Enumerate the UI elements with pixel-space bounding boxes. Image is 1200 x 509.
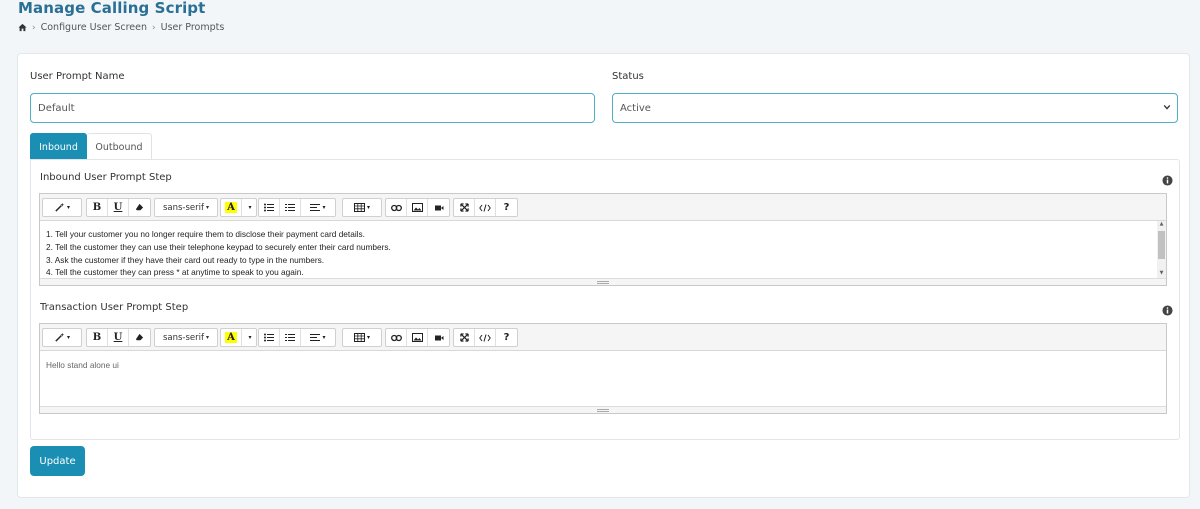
info-icon[interactable] [1162,173,1173,186]
font-family-dropdown[interactable]: sans-serif ▾ [155,329,217,346]
user-prompt-card: User Prompt Name Default Status Active I… [17,53,1190,498]
prompt-line: 2. Tell the customer they can use their … [46,241,391,252]
magic-wand-icon[interactable]: ▾ [43,199,81,216]
update-button[interactable]: Update [30,446,85,476]
inbound-rich-text-editor: ▾ B U sans-serif ▾ A ▾ ▾ ▾ ? 1. Tell you… [39,193,1167,286]
magic-wand-icon[interactable]: ▾ [43,329,81,346]
link-icon[interactable] [386,329,407,346]
inbound-prompt-label: Inbound User Prompt Step [40,172,172,183]
status-label: Status [612,71,644,82]
code-view-icon[interactable] [475,329,496,346]
video-icon[interactable] [428,199,449,216]
breadcrumb-item-user-prompts: User Prompts [160,22,225,33]
table-icon[interactable]: ▾ [343,199,381,216]
prompt-line: 3. Ask the customer if they have their c… [46,254,325,265]
font-family-value: sans-serif [162,332,204,343]
breadcrumb-item-configure-user-screen[interactable]: Configure User Screen [41,22,147,33]
color-dropdown-button[interactable]: ▾ [242,199,256,216]
bold-button[interactable]: B [87,199,108,216]
unordered-list-icon[interactable] [259,199,280,216]
prompt-name-value: Default [38,102,75,114]
font-color-icon[interactable]: A [221,329,242,346]
tab-panel-inbound: Inbound User Prompt Step ▾ B U sans-seri… [30,159,1180,440]
breadcrumb-separator: › [152,22,156,33]
home-icon[interactable] [18,23,27,32]
ordered-list-icon[interactable] [280,329,301,346]
eraser-icon[interactable] [129,329,150,346]
tab-inbound[interactable]: Inbound [30,133,87,160]
info-icon[interactable] [1162,303,1173,316]
help-icon[interactable]: ? [496,329,517,346]
editor-scrollbar[interactable]: ▲ ▼ [1157,221,1166,278]
paragraph-align-icon[interactable]: ▾ [301,199,335,216]
scroll-up-icon[interactable]: ▲ [1157,221,1166,229]
font-color-icon[interactable]: A [221,199,242,216]
scroll-thumb[interactable] [1158,231,1165,259]
editor-toolbar: ▾ B U sans-serif ▾ A ▾ ▾ ▾ ? [40,194,1166,221]
status-value: Active [620,102,651,114]
fullscreen-icon[interactable] [454,199,475,216]
editor-resize-handle[interactable] [40,406,1166,413]
video-icon[interactable] [428,329,449,346]
transaction-text: Hello stand alone ui [46,360,119,370]
bold-button[interactable]: B [87,329,108,346]
prompt-name-label: User Prompt Name [30,71,125,82]
prompt-line: 1. Tell your customer you no longer requ… [46,229,365,239]
unordered-list-icon[interactable] [259,329,280,346]
transaction-prompt-label: Transaction User Prompt Step [40,302,189,313]
picture-icon[interactable] [407,199,428,216]
tab-outbound[interactable]: Outbound [87,133,152,160]
transaction-rich-text-editor: ▾ B U sans-serif ▾ A ▾ ▾ ▾ ? Hello stand… [39,323,1167,414]
font-family-value: sans-serif [162,202,204,213]
ordered-list-icon[interactable] [280,199,301,216]
link-icon[interactable] [386,199,407,216]
chevron-down-icon [1163,103,1171,111]
inbound-editor-content[interactable]: 1. Tell your customer you no longer requ… [40,221,1166,286]
help-icon[interactable]: ? [496,199,517,216]
status-select[interactable]: Active [612,93,1178,123]
breadcrumb-separator: › [32,22,36,33]
font-family-dropdown[interactable]: sans-serif ▾ [155,199,217,216]
fullscreen-icon[interactable] [454,329,475,346]
table-icon[interactable]: ▾ [343,329,381,346]
underline-button[interactable]: U [108,199,129,216]
eraser-icon[interactable] [129,199,150,216]
underline-button[interactable]: U [108,329,129,346]
breadcrumb: › Configure User Screen › User Prompts [18,22,224,33]
paragraph-align-icon[interactable]: ▾ [301,329,335,346]
editor-toolbar: ▾ B U sans-serif ▾ A ▾ ▾ ▾ ? [40,324,1166,351]
picture-icon[interactable] [407,329,428,346]
transaction-editor-content[interactable]: Hello stand alone ui [40,351,1166,379]
color-dropdown-button[interactable]: ▾ [242,329,256,346]
code-view-icon[interactable] [475,199,496,216]
prompt-name-input[interactable]: Default [30,93,595,123]
editor-resize-handle[interactable] [40,278,1166,285]
scroll-down-icon[interactable]: ▼ [1157,270,1166,278]
page-title: Manage Calling Script [18,0,206,17]
